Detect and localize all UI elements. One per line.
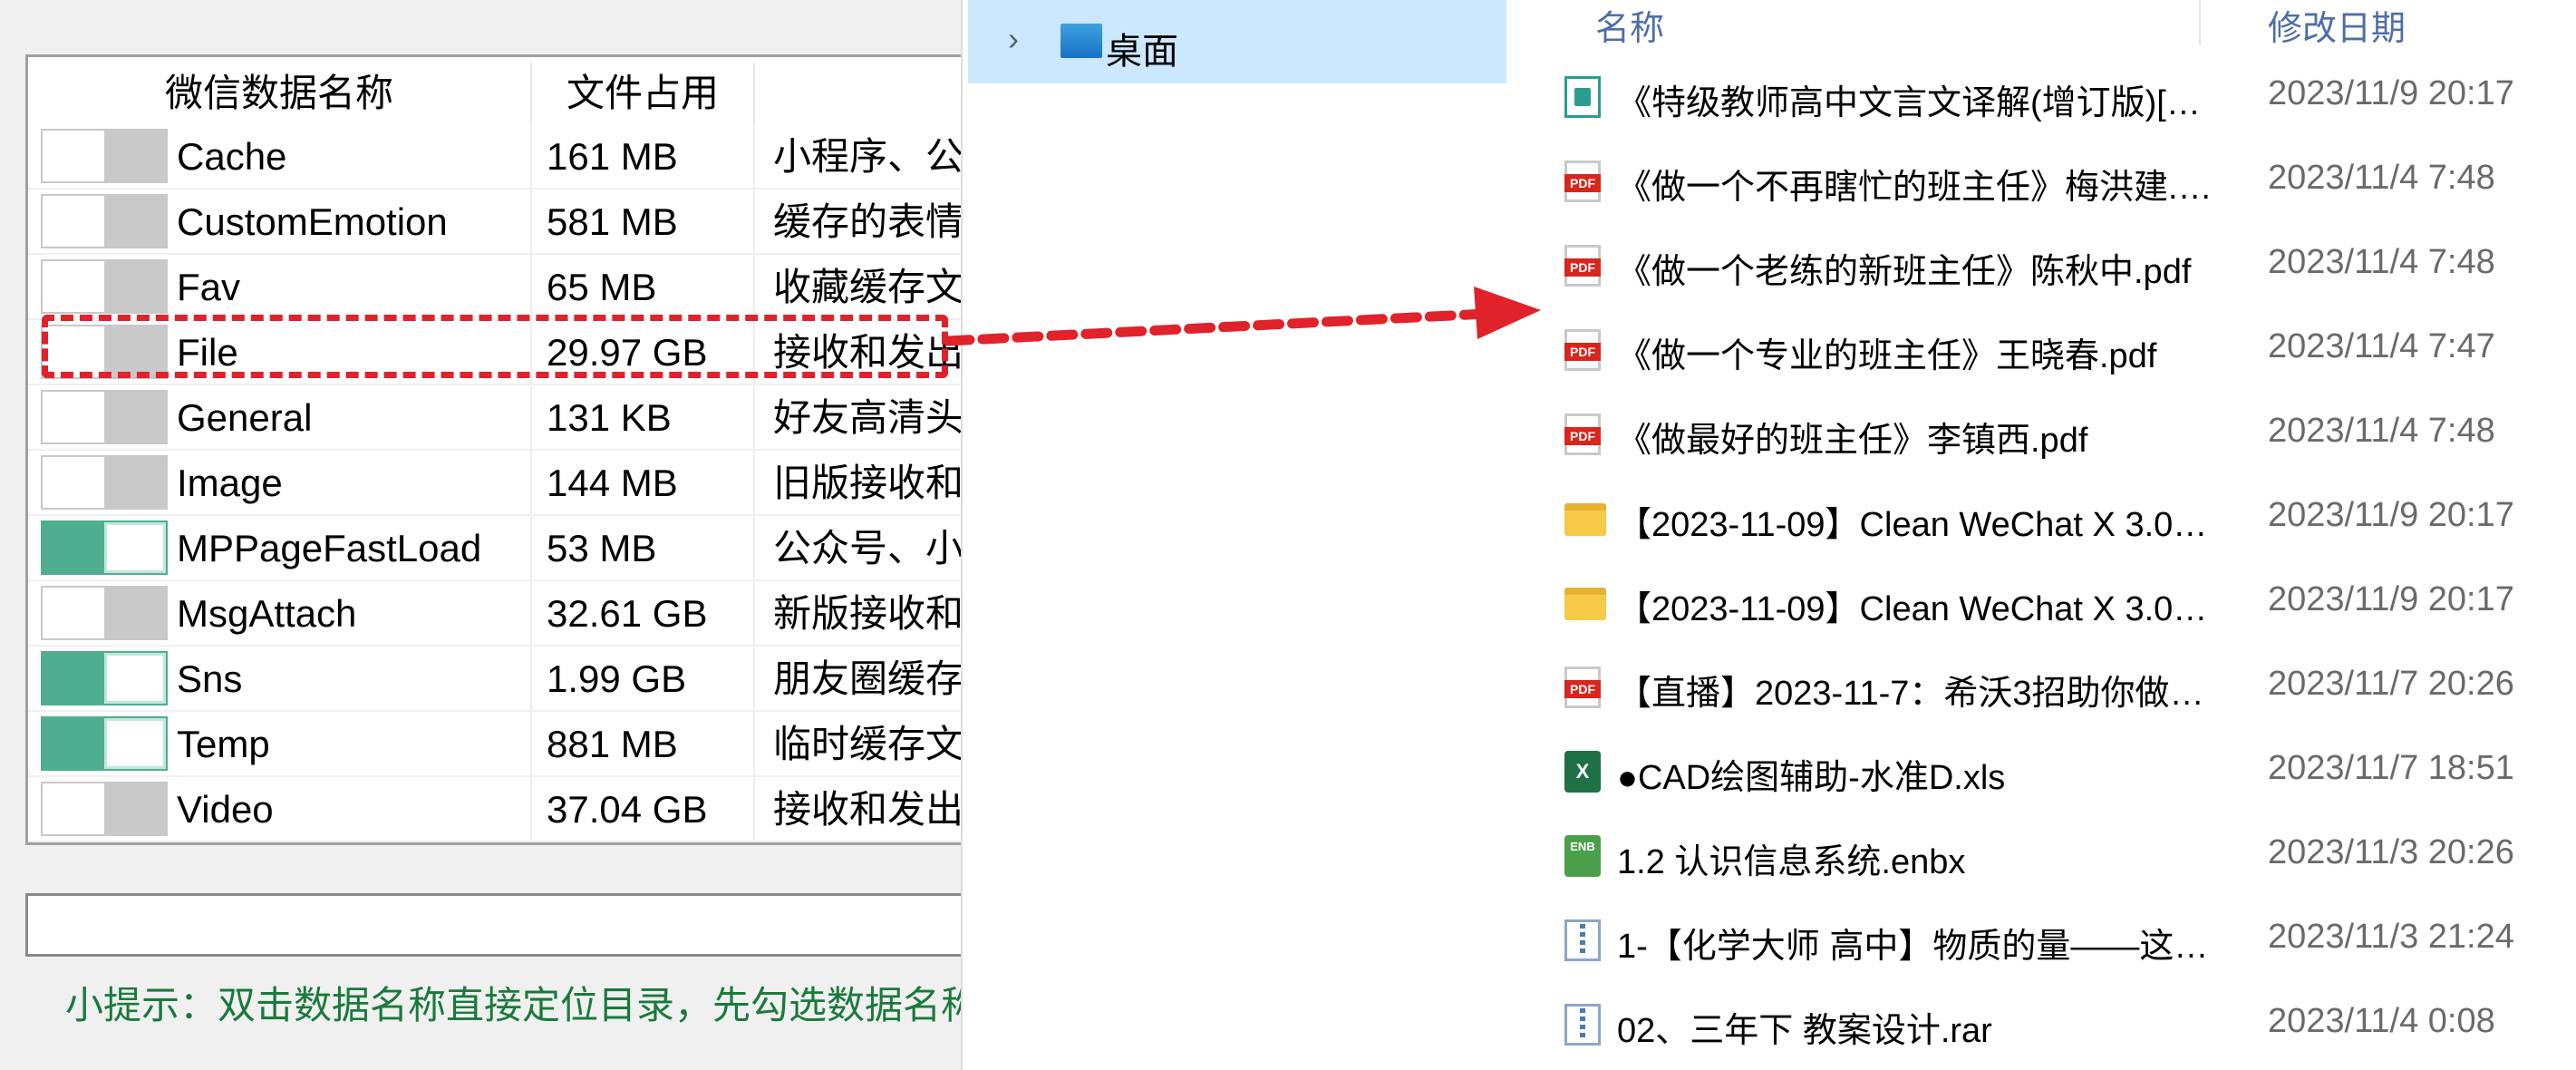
arrow-head (1474, 287, 1541, 339)
arrow-line (943, 308, 1492, 346)
annotation-arrow (943, 287, 1541, 346)
